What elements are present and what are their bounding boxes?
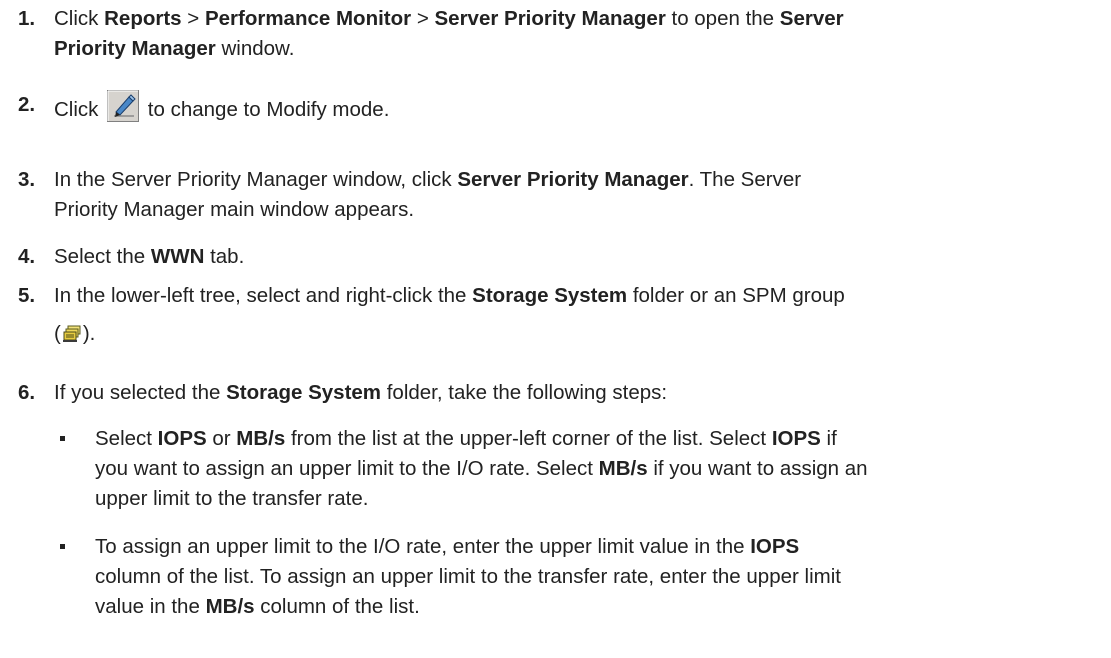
step-number: 1.	[18, 7, 36, 30]
step-text: Select the WWN tab.	[54, 242, 1097, 272]
text: Select	[95, 427, 158, 450]
step-line: In the lower-left tree, select and right…	[54, 281, 1097, 311]
ui-term-reports: Reports	[104, 7, 182, 30]
bullet-icon	[60, 544, 65, 549]
modify-mode-pen-icon	[107, 90, 140, 122]
text: to change to Modify mode.	[142, 98, 390, 121]
text: tab.	[204, 245, 245, 268]
ui-term-storage-system: Storage System	[226, 381, 382, 404]
text: In the Server Priority Manager window, c…	[54, 168, 458, 191]
step-line: Priority Manager window.	[54, 34, 1097, 64]
text: Click	[54, 7, 105, 30]
document: 1. Click Reports > Performance Monitor >…	[0, 0, 1111, 658]
text: To assign an upper limit to the I/O rate…	[95, 535, 751, 558]
step-line: ( ).	[54, 319, 1097, 349]
text: to open the	[665, 7, 780, 30]
text: >	[181, 7, 205, 30]
step-line: In the Server Priority Manager window, c…	[54, 165, 1097, 195]
substep-line: To assign an upper limit to the I/O rate…	[95, 532, 1097, 562]
text: (	[54, 322, 61, 345]
text: if you want to assign an	[647, 457, 868, 480]
text: if	[820, 427, 837, 450]
substep-line: column of the list. To assign an upper l…	[95, 565, 841, 588]
ui-term-wwn: WWN	[150, 245, 205, 268]
ui-term-server-priority-manager: Server Priority Manager	[434, 7, 666, 30]
text: In the lower-left tree, select and right…	[54, 284, 473, 307]
step-line: Priority Manager main window appears.	[54, 198, 415, 221]
step-text: In the lower-left tree, select and right…	[54, 281, 1097, 349]
step-number: 3.	[18, 168, 36, 191]
text: value in the	[95, 595, 206, 618]
text: Select the	[54, 245, 151, 268]
text: folder, take the following steps:	[381, 381, 668, 404]
ui-term-mbs: MB/s	[236, 427, 286, 450]
step-number: 5.	[18, 284, 36, 307]
ui-term-iops: IOPS	[771, 427, 821, 450]
text: window.	[215, 37, 295, 60]
ui-term-performance-monitor: Performance Monitor	[204, 7, 412, 30]
ui-term-storage-system: Storage System	[472, 284, 628, 307]
text: Click	[54, 98, 105, 121]
substep-line: upper limit to the transfer rate.	[95, 487, 369, 510]
step-number: 2.	[18, 93, 36, 116]
substep-line: you want to assign an upper limit to the…	[95, 454, 1097, 484]
ui-term-mbs: MB/s	[598, 457, 648, 480]
substep-text: To assign an upper limit to the I/O rate…	[95, 532, 1097, 622]
step-number: 6.	[18, 381, 36, 404]
text: folder or an SPM group	[627, 284, 845, 307]
ui-term-server-priority-manager: Server Priority Manager	[457, 168, 689, 191]
ui-term-priority-manager: Priority Manager	[54, 37, 216, 60]
text: If you selected the	[54, 381, 227, 404]
text: column of the list.	[254, 595, 420, 618]
text: or	[206, 427, 237, 450]
ui-term-iops: IOPS	[750, 535, 800, 558]
step-line: Click Reports > Performance Monitor > Se…	[54, 4, 1097, 34]
ui-term-iops: IOPS	[157, 427, 207, 450]
ui-term-server: Server	[779, 7, 844, 30]
text: . The Server	[688, 168, 802, 191]
step-text: Click to change to Modify mode.	[54, 90, 1097, 125]
step-number: 4.	[18, 245, 36, 268]
spm-group-icon	[62, 322, 82, 342]
ui-term-mbs: MB/s	[205, 595, 255, 618]
substep-text: Select IOPS or MB/s from the list at the…	[95, 424, 1097, 514]
text: you want to assign an upper limit to the…	[95, 457, 599, 480]
substep-line: Select IOPS or MB/s from the list at the…	[95, 424, 1097, 454]
step-text: Click Reports > Performance Monitor > Se…	[54, 4, 1097, 64]
step-text: In the Server Priority Manager window, c…	[54, 165, 1097, 225]
bullet-icon	[60, 436, 65, 441]
step-text: If you selected the Storage System folde…	[54, 378, 1097, 408]
substep-line: value in the MB/s column of the list.	[95, 592, 1097, 622]
text: from the list at the upper-left corner o…	[285, 427, 772, 450]
text: ).	[82, 322, 96, 345]
text: >	[411, 7, 435, 30]
